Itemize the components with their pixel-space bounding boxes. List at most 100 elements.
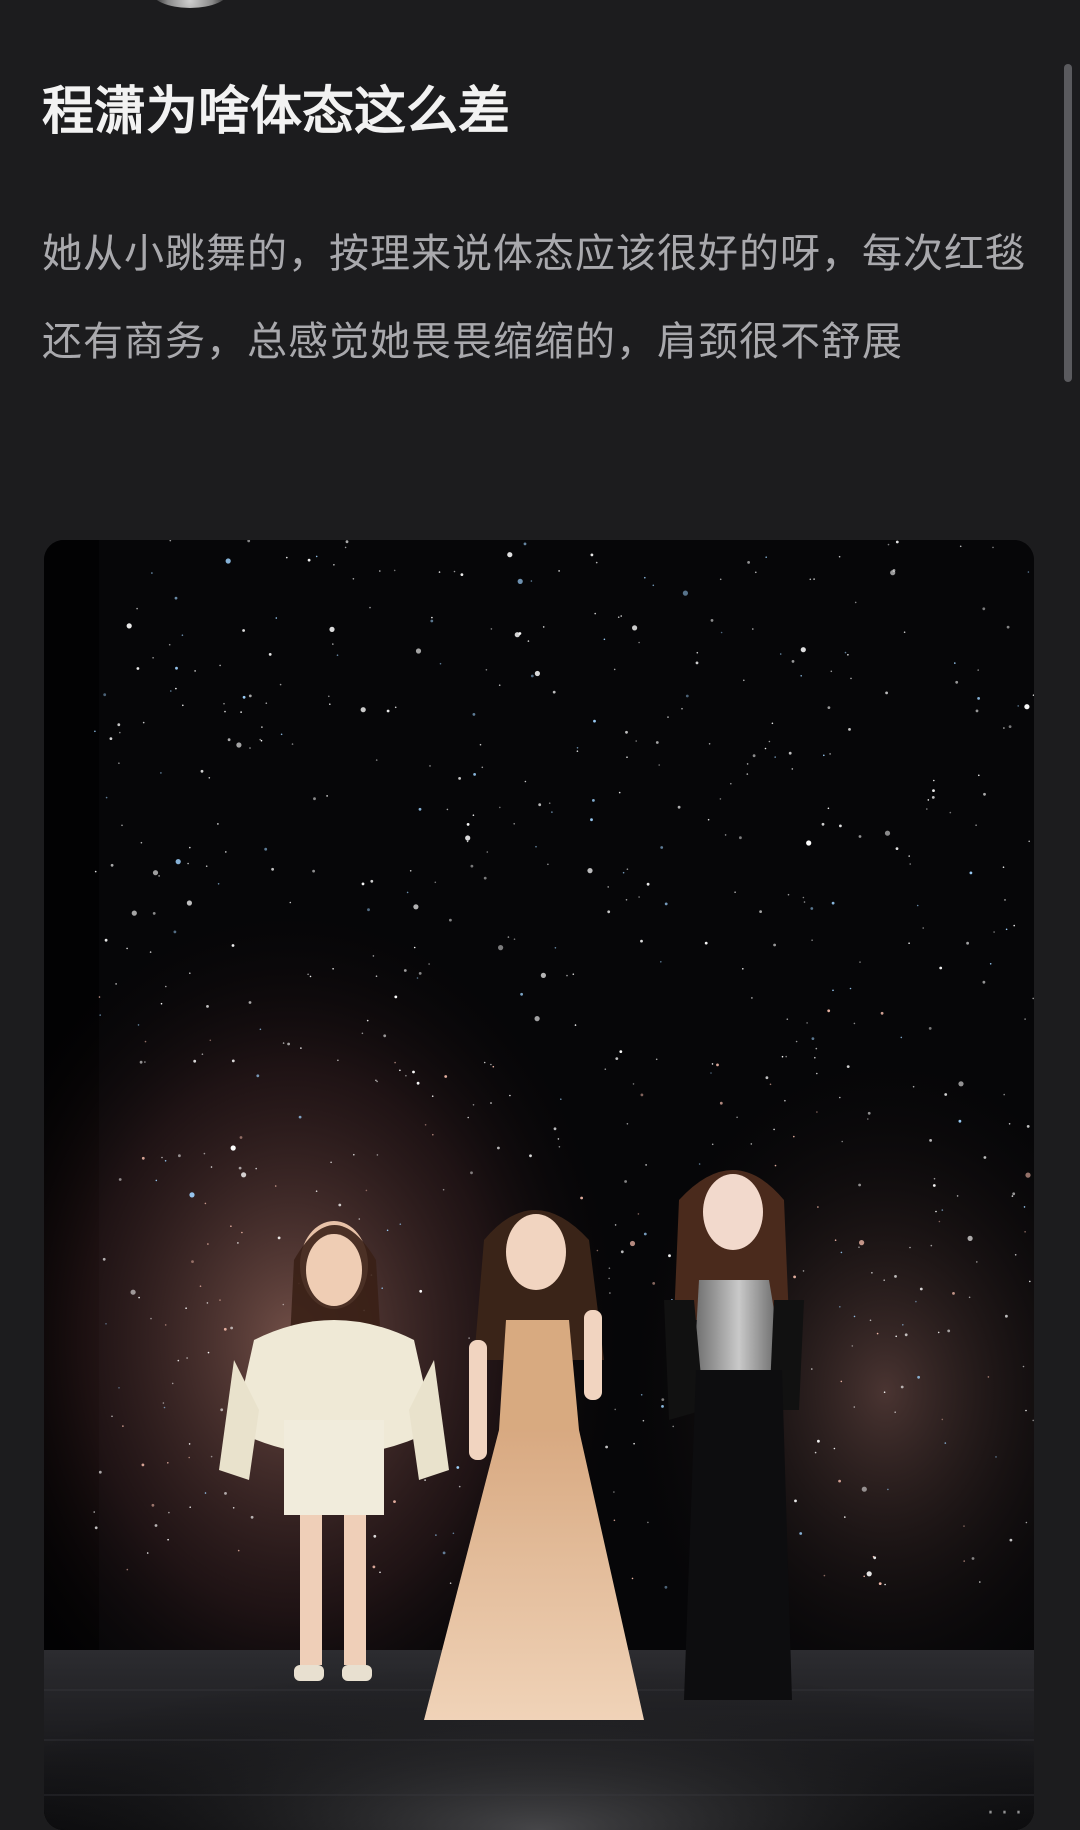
star — [853, 1315, 856, 1318]
star — [632, 1083, 635, 1085]
star — [904, 1333, 908, 1337]
star — [240, 711, 242, 713]
star — [241, 1172, 247, 1178]
star — [540, 972, 546, 978]
star — [608, 1267, 611, 1269]
star — [126, 623, 132, 629]
star — [551, 811, 553, 813]
star — [647, 1521, 649, 1524]
author-avatar[interactable] — [150, 0, 230, 8]
star — [765, 1076, 769, 1080]
star — [206, 1005, 209, 1008]
star — [806, 1022, 808, 1024]
star — [259, 738, 261, 741]
star — [160, 1002, 163, 1005]
star — [315, 555, 318, 558]
star — [458, 1485, 461, 1488]
star — [282, 1303, 285, 1306]
star — [174, 596, 178, 600]
scrollbar[interactable] — [1064, 64, 1072, 382]
star — [1006, 625, 1010, 629]
star — [572, 973, 575, 975]
star — [138, 1296, 140, 1299]
star — [418, 972, 422, 975]
star — [141, 1463, 145, 1467]
star — [242, 695, 246, 699]
star — [416, 1081, 420, 1085]
star — [232, 1507, 235, 1509]
star — [154, 1524, 158, 1527]
star — [163, 1406, 166, 1409]
star — [279, 683, 282, 686]
star — [773, 1128, 775, 1131]
star — [239, 1136, 243, 1139]
star — [136, 667, 140, 670]
star — [456, 1466, 460, 1469]
star — [336, 654, 339, 656]
star — [677, 805, 681, 809]
star — [930, 1244, 933, 1247]
star — [139, 1060, 143, 1064]
star — [209, 1039, 212, 1042]
star — [204, 1202, 207, 1205]
star — [99, 1014, 101, 1016]
star — [867, 1111, 871, 1115]
star — [376, 1080, 378, 1083]
star — [587, 868, 593, 874]
star — [466, 823, 470, 826]
star — [465, 835, 471, 841]
star — [1008, 725, 1012, 728]
star — [681, 707, 683, 710]
star — [1024, 1018, 1026, 1020]
star — [931, 796, 935, 799]
star — [189, 846, 191, 849]
star — [173, 930, 177, 934]
star — [829, 753, 831, 755]
star — [230, 1326, 234, 1330]
star — [932, 789, 935, 792]
star — [983, 1156, 987, 1159]
star — [900, 1036, 903, 1039]
star — [861, 1486, 867, 1492]
star — [609, 1292, 611, 1294]
star — [237, 1242, 239, 1244]
star — [708, 743, 711, 745]
star — [280, 733, 283, 736]
star — [919, 1287, 923, 1291]
star — [613, 1491, 615, 1493]
star — [529, 1154, 532, 1158]
star — [438, 571, 441, 573]
star — [413, 946, 416, 949]
star — [366, 1019, 369, 1022]
star — [622, 871, 625, 874]
star — [902, 1324, 904, 1326]
star — [1026, 1125, 1030, 1128]
star — [330, 1161, 332, 1164]
star — [958, 1081, 964, 1087]
star — [1023, 1206, 1026, 1208]
star — [795, 1040, 798, 1043]
star — [381, 1287, 384, 1289]
star — [682, 590, 689, 596]
star — [383, 1034, 387, 1038]
star — [695, 661, 699, 665]
star — [393, 1500, 396, 1503]
star — [774, 756, 776, 758]
star — [230, 1145, 236, 1151]
post-image[interactable]: · · · — [44, 540, 1034, 1830]
star — [393, 569, 396, 572]
star — [815, 1047, 818, 1050]
star — [838, 555, 841, 558]
star — [720, 631, 723, 634]
star — [803, 901, 806, 903]
star — [935, 1210, 937, 1213]
star — [449, 918, 452, 922]
star — [210, 1166, 213, 1168]
star — [769, 1083, 772, 1086]
star — [885, 691, 888, 695]
star — [859, 961, 861, 963]
star — [509, 1094, 511, 1097]
star — [203, 1152, 206, 1155]
post-body: 她从小跳舞的，按理来说体态应该很好的呀，每次红毯还有商务，总感觉她畏畏缩缩的，肩… — [42, 231, 1026, 365]
star — [955, 680, 959, 684]
